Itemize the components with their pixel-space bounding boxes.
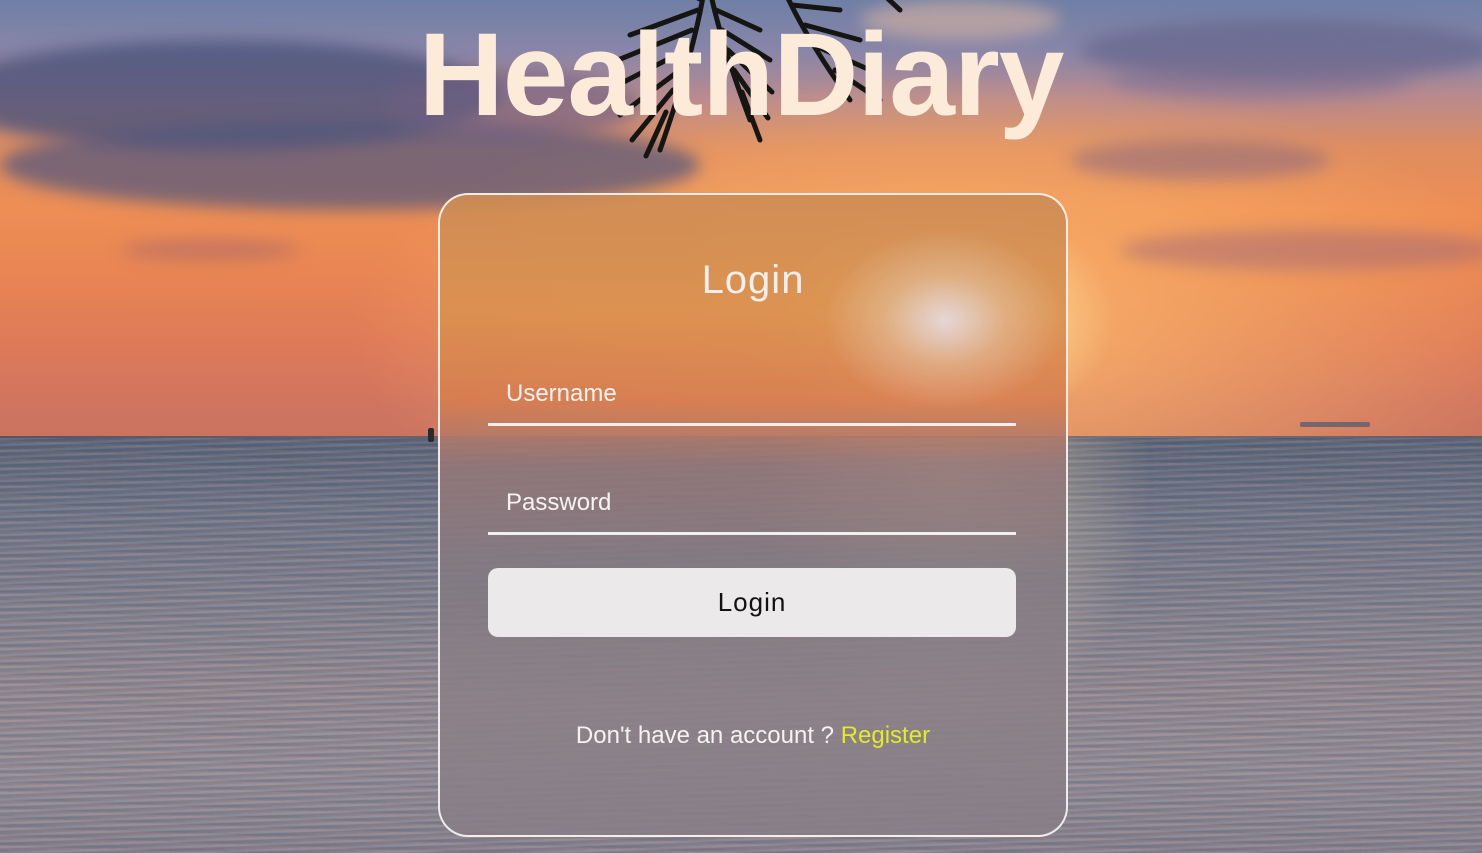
password-input[interactable] bbox=[488, 474, 1016, 532]
distant-ship bbox=[1300, 422, 1370, 427]
username-input[interactable] bbox=[488, 365, 1016, 423]
login-heading: Login bbox=[701, 258, 805, 302]
register-link[interactable]: Register bbox=[841, 722, 930, 749]
register-prompt-text: Don't have an account ? bbox=[575, 722, 835, 749]
app-title: HealthDiary bbox=[418, 9, 1065, 141]
buoy-marker bbox=[428, 428, 434, 442]
cloud bbox=[1070, 140, 1330, 180]
register-prompt-line: Don't have an account ? Register bbox=[440, 721, 1066, 751]
password-field-container bbox=[488, 474, 1016, 535]
username-field-container bbox=[488, 365, 1016, 426]
cloud bbox=[120, 240, 300, 260]
cloud bbox=[1120, 230, 1482, 270]
login-card: Login Login Don't have an account ? Regi… bbox=[438, 193, 1068, 837]
login-button[interactable]: Login bbox=[488, 568, 1016, 637]
